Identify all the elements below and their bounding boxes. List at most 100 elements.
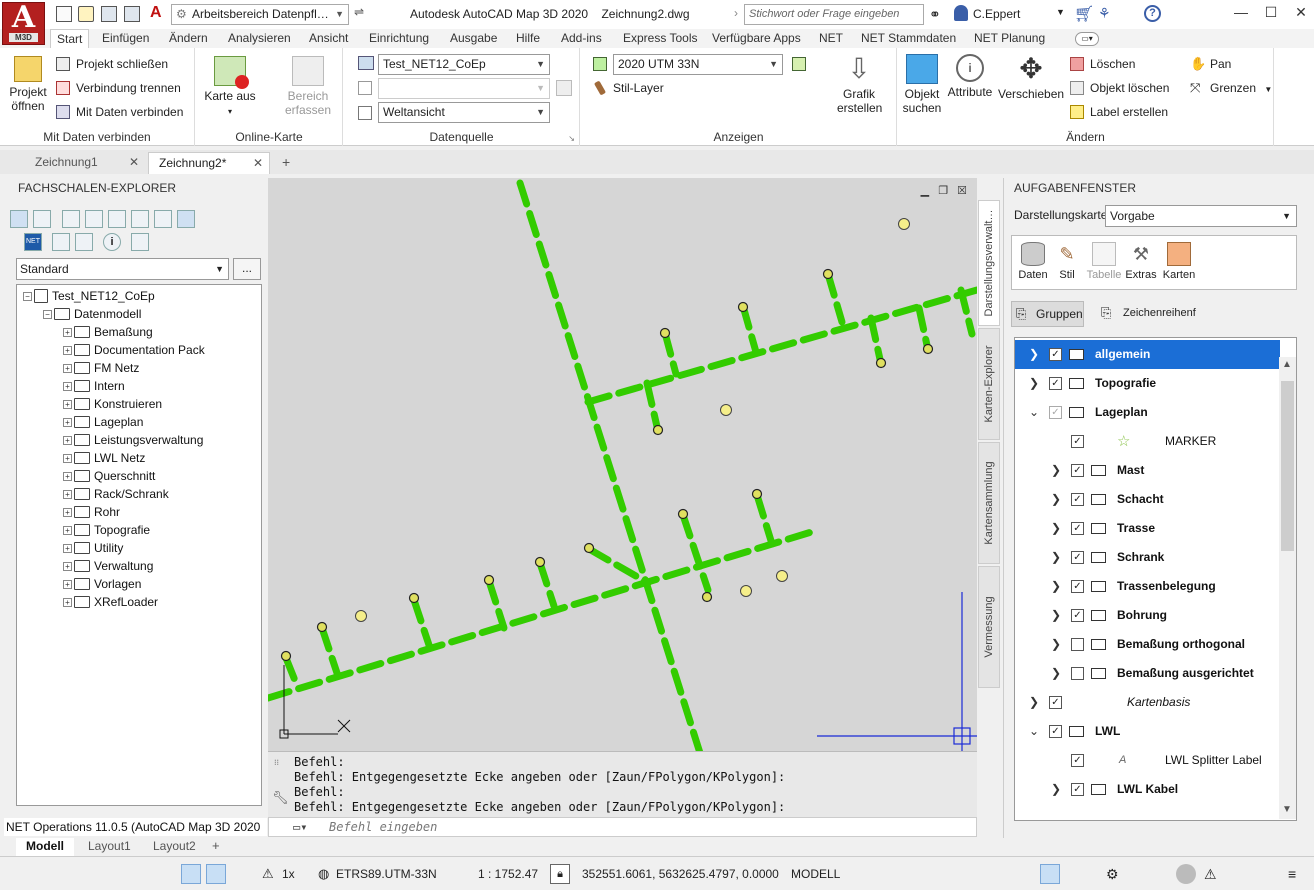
groups-button[interactable]: ⎘ Gruppen (1011, 301, 1084, 327)
chevron-right-icon[interactable]: ❯ (1049, 630, 1063, 659)
vtab-display-manager[interactable]: Darstellungsverwalt… (978, 200, 1000, 326)
find-object-button[interactable]: Objekt suchen (900, 54, 944, 115)
chevron-right-icon[interactable]: ❯ (1027, 340, 1041, 369)
new-layout-plus-icon[interactable]: + (212, 838, 220, 853)
expand-icon[interactable]: + (63, 544, 72, 554)
tree-root[interactable]: − Test_NET12_CoEp (23, 287, 155, 305)
layer-visibility-checkbox[interactable]: ✓ (1071, 783, 1084, 796)
layout-tab-model[interactable]: Modell (16, 838, 74, 856)
profile-browse-button[interactable]: ... (233, 258, 261, 280)
tab-hilfe[interactable]: Hilfe (510, 29, 546, 48)
explorer-tool-1-icon[interactable] (10, 210, 28, 228)
tab-net[interactable]: NET (813, 29, 849, 48)
chevron-right-icon[interactable]: ❯ (1049, 572, 1063, 601)
area-capture-button[interactable]: Bereich erfassen (282, 56, 334, 117)
datasource-tool-icon[interactable] (556, 80, 572, 96)
snap-mode-icon[interactable] (880, 864, 900, 884)
style-tool-button[interactable]: ✎ Stil (1052, 242, 1082, 281)
create-label-button[interactable]: Label erstellen (1068, 103, 1168, 121)
marker-point[interactable] (740, 585, 752, 597)
map-off-button[interactable]: Karte aus ▾ (204, 56, 256, 119)
tree-folder-item[interactable]: + XRefLoader (63, 593, 158, 611)
grid-icon[interactable] (852, 864, 872, 884)
data-tool-button[interactable]: Daten (1016, 242, 1050, 281)
chevron-down-icon[interactable]: ⌄ (1027, 398, 1041, 427)
tab-net-stammdaten[interactable]: NET Stammdaten (855, 29, 962, 48)
new-file-icon[interactable] (56, 6, 72, 22)
cart-icon[interactable]: 🛒︎ (1074, 4, 1094, 24)
shaft-point[interactable] (534, 556, 546, 568)
layer-visibility-checkbox[interactable]: ✓ (1049, 696, 1062, 709)
shaft-point[interactable] (822, 268, 834, 280)
expand-icon[interactable]: + (63, 508, 72, 518)
settings-gear-icon[interactable]: ⚙ (1106, 864, 1126, 884)
layer-visibility-checkbox[interactable]: ✓ (1049, 406, 1062, 419)
layer-row[interactable]: ⌄ ✓ LWL (1015, 717, 1280, 746)
tree-folder-item[interactable]: + Leistungsverwaltung (63, 431, 203, 449)
pan-button[interactable]: ✋ Pan (1188, 55, 1231, 73)
collapse-icon[interactable]: − (43, 310, 52, 320)
ortho-icon[interactable] (912, 864, 932, 884)
tab-ansicht[interactable]: Ansicht (303, 29, 354, 48)
shaft-point[interactable] (583, 542, 595, 554)
close-icon[interactable]: ✕ (129, 152, 139, 173)
extras-tool-button[interactable]: ⚒ Extras (1124, 242, 1158, 281)
layer-visibility-checkbox[interactable]: ✓ (1071, 551, 1084, 564)
status-scale[interactable]: 1 : 1752.47 (478, 865, 538, 883)
tree-folder-item[interactable]: + FM Netz (63, 359, 139, 377)
layout-tab-layout2[interactable]: Layout2 (143, 838, 206, 856)
profile-combo[interactable]: Standard ▼ (16, 258, 229, 280)
snap-toggle-icon[interactable] (181, 864, 201, 884)
shaft-point[interactable] (280, 650, 292, 662)
drawing-canvas[interactable]: ▁ ❐ ☒ (268, 178, 977, 751)
help-icon[interactable]: ? (1144, 5, 1161, 22)
chevron-right-icon[interactable]: ❯ (1049, 485, 1063, 514)
new-tab-plus-icon[interactable]: + (282, 154, 290, 170)
vtab-survey[interactable]: Vermessung (978, 566, 1000, 688)
delete-object-button[interactable]: Objekt löschen (1068, 79, 1169, 97)
tab-net-planung[interactable]: NET Planung (968, 29, 1051, 48)
object-snap-tracking-icon[interactable] (1008, 864, 1028, 884)
dialog-launcher-icon[interactable]: ↘ (568, 134, 575, 143)
workspace-selector[interactable]: ⚙ Arbeitsbereich Datenpfl… ▼ (171, 4, 349, 25)
layer-row[interactable]: ❯ ✓ Bohrung (1015, 601, 1280, 630)
expand-icon[interactable]: + (63, 472, 72, 482)
lock-icon[interactable]: 🔒︎ (550, 864, 570, 884)
fullscreen-icon[interactable] (1262, 864, 1282, 884)
layer-row[interactable]: ❯ ✓ Kartenbasis (1015, 688, 1280, 717)
tree-folder-item[interactable]: + Verwaltung (63, 557, 153, 575)
explorer-tool-4-icon[interactable] (85, 210, 103, 228)
status-crs[interactable]: ETRS89.UTM-33N (336, 865, 437, 883)
tree-folder-item[interactable]: + Bemaßung (63, 323, 153, 341)
expand-icon[interactable]: + (63, 562, 72, 572)
datasource-combo[interactable]: Test_NET12_CoEp ▼ (378, 54, 550, 75)
polar-icon[interactable] (944, 864, 964, 884)
expand-icon[interactable]: + (63, 454, 72, 464)
command-prompt-icon[interactable]: ▭▾ (293, 818, 307, 836)
chevron-right-icon[interactable]: ❯ (1049, 601, 1063, 630)
shaft-point[interactable] (922, 343, 934, 355)
layer-row[interactable]: ⌄ ✓ Lageplan (1015, 398, 1280, 427)
layer-visibility-checkbox[interactable]: ✓ (1071, 609, 1084, 622)
scroll-thumb[interactable] (1281, 381, 1294, 551)
chevron-right-icon[interactable]: ❯ (1049, 456, 1063, 485)
layer-row[interactable]: ❯ ✓ Schrank (1015, 543, 1280, 572)
tab-verfuegbare-apps[interactable]: Verfügbare Apps (706, 29, 807, 48)
save-as-icon[interactable] (124, 6, 140, 22)
marker-point[interactable] (776, 570, 788, 582)
net-icon[interactable]: NET (24, 233, 42, 251)
workspace-switch-icon[interactable] (1148, 864, 1168, 884)
tree-folder-item[interactable]: + Documentation Pack (63, 341, 205, 359)
expand-icon[interactable]: + (63, 382, 72, 392)
layer-visibility-checkbox[interactable]: ✓ (1049, 377, 1062, 390)
tab-add-ins[interactable]: Add-ins (555, 29, 608, 48)
layer-row[interactable]: ❯ ✓ Mast (1015, 456, 1280, 485)
explorer-tool-3-icon[interactable] (62, 210, 80, 228)
a360-icon[interactable]: ⚘ (1098, 5, 1111, 22)
expand-icon[interactable]: + (63, 400, 72, 410)
explorer-tool-7-icon[interactable] (154, 210, 172, 228)
explorer-tool-5-icon[interactable] (108, 210, 126, 228)
minimize-button[interactable]: — (1226, 2, 1256, 24)
tree-folder-item[interactable]: + Topografie (63, 521, 150, 539)
shaft-point[interactable] (408, 592, 420, 604)
